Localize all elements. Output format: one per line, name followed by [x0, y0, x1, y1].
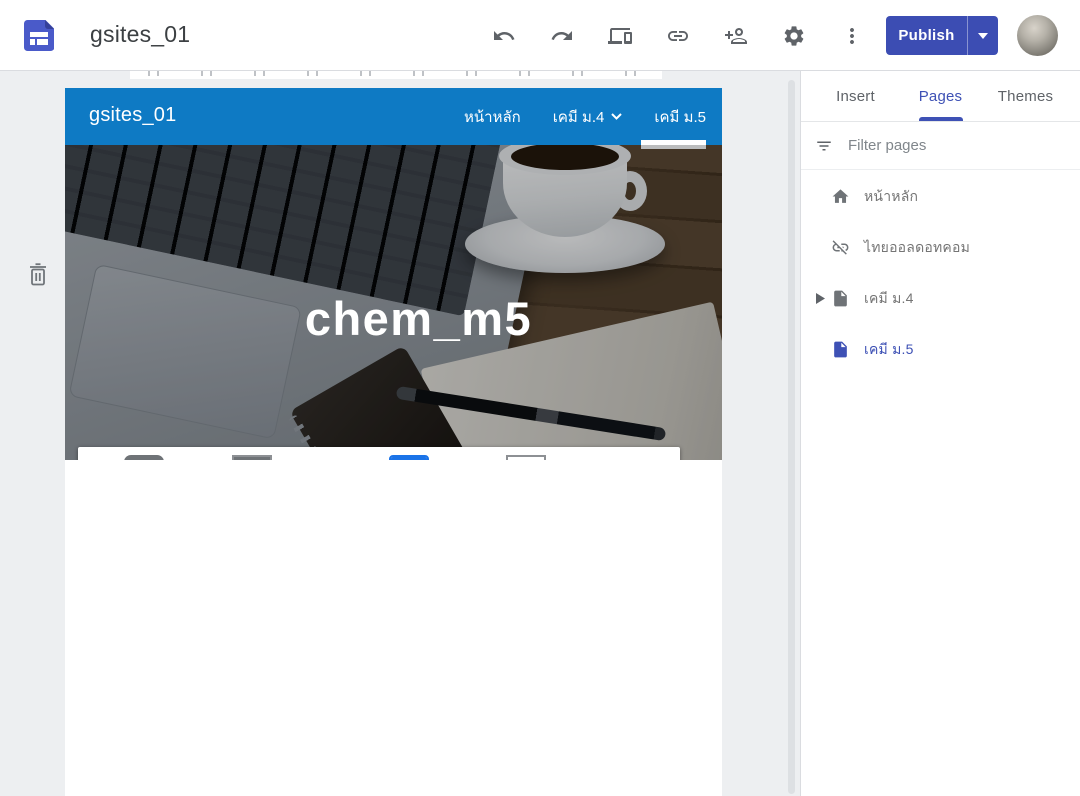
- share-add-person-icon[interactable]: [723, 23, 748, 48]
- page-row-chem-m5[interactable]: เคมี ม.5: [801, 324, 1080, 375]
- settings-gear-icon[interactable]: [781, 23, 806, 48]
- account-avatar[interactable]: [1017, 15, 1058, 56]
- banner-type-cover[interactable]: Cover: [124, 455, 215, 460]
- redo-icon[interactable]: [549, 23, 574, 48]
- page-icon: [831, 289, 850, 308]
- banner-section[interactable]: chem_m5 Cover Large banner: [65, 145, 722, 460]
- publish-dropdown-arrow-icon[interactable]: [968, 16, 998, 55]
- expand-caret-icon[interactable]: [809, 293, 831, 304]
- editor-sidebar: Insert Pages Themes หน้าหลัก ไทยออลดอทคอ…: [800, 71, 1080, 796]
- canvas-scrollbar[interactable]: [788, 80, 795, 794]
- page-row-thaiall[interactable]: ไทยออลดอทคอม: [801, 222, 1080, 273]
- sidebar-tabs: Insert Pages Themes: [801, 71, 1080, 122]
- filter-icon: [815, 137, 833, 155]
- page-title-text[interactable]: chem_m5: [305, 291, 532, 346]
- undo-icon[interactable]: [491, 23, 516, 48]
- page-row-chem-m4[interactable]: เคมี ม.4: [801, 273, 1080, 324]
- site-preview-nav: หน้าหลัก เคมี ม.4 เคมี ม.5: [464, 88, 706, 145]
- nav-item-chem-m5[interactable]: เคมี ม.5: [654, 105, 706, 129]
- filter-pages-row: [801, 122, 1080, 170]
- publish-button[interactable]: Publish: [886, 16, 998, 55]
- page-list: หน้าหลัก ไทยออลดอทคอม เคมี ม.4 เคมี ม.5: [801, 170, 1080, 375]
- cover-icon: [124, 455, 164, 460]
- page-row-home[interactable]: หน้าหลัก: [801, 171, 1080, 222]
- app-header: gsites_01 Publish: [0, 0, 1080, 71]
- banner-type-large-banner[interactable]: Large banner: [232, 455, 372, 460]
- delete-section-icon[interactable]: [26, 262, 50, 288]
- banner-icon: [389, 455, 429, 460]
- nav-item-home[interactable]: หน้าหลัก: [464, 105, 521, 129]
- google-sites-logo-icon[interactable]: [24, 20, 54, 51]
- copy-link-icon[interactable]: [665, 23, 690, 48]
- banner-type-title-only[interactable]: Title only: [506, 455, 616, 460]
- tab-pages[interactable]: Pages: [898, 71, 983, 121]
- site-canvas: gsites_01 หน้าหลัก เคมี ม.4 เคมี ม.5: [65, 88, 722, 796]
- preview-devices-icon[interactable]: [607, 23, 632, 48]
- chevron-down-icon: [611, 113, 622, 120]
- tab-insert[interactable]: Insert: [813, 71, 898, 121]
- large-banner-icon: [232, 455, 272, 460]
- site-preview-header[interactable]: gsites_01 หน้าหลัก เคมี ม.4 เคมี ม.5: [65, 88, 722, 145]
- banner-type-toolbar: Cover Large banner Banner: [78, 447, 680, 460]
- more-menu-icon[interactable]: [839, 23, 864, 48]
- link-off-icon: [831, 238, 850, 257]
- title-only-icon: [506, 455, 546, 460]
- site-preview-name[interactable]: gsites_01: [89, 104, 176, 127]
- banner-type-banner[interactable]: Banner: [389, 455, 488, 460]
- site-title[interactable]: gsites_01: [90, 21, 190, 48]
- publish-button-label[interactable]: Publish: [886, 16, 968, 55]
- filter-pages-input[interactable]: [848, 137, 1048, 154]
- page-icon-selected: [831, 340, 850, 359]
- home-icon: [831, 187, 850, 206]
- nav-item-chem-m4[interactable]: เคมี ม.4: [553, 105, 623, 129]
- editor-toolbar: [491, 0, 864, 71]
- tab-themes[interactable]: Themes: [983, 71, 1068, 121]
